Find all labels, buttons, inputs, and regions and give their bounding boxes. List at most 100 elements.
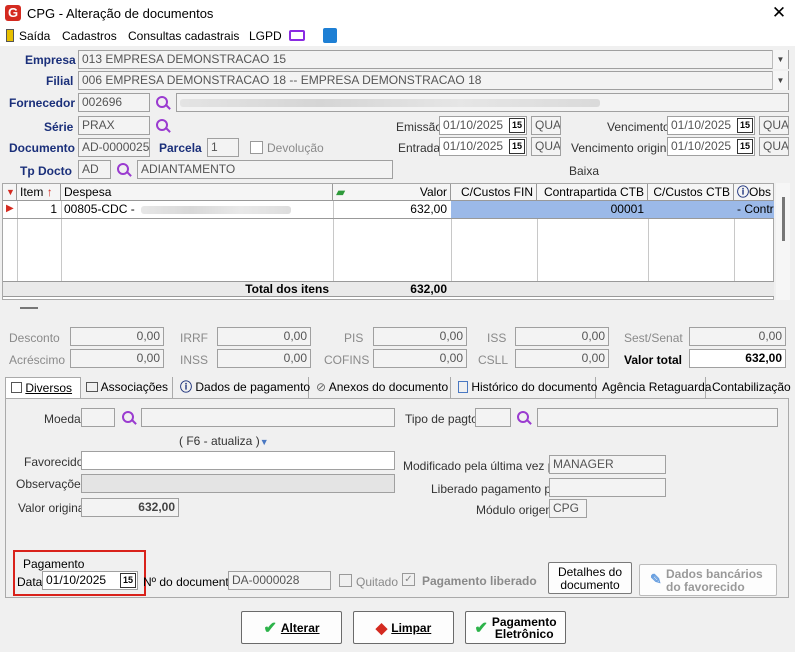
csll-field[interactable]: 0,00 xyxy=(515,349,609,368)
devolucao-checkbox[interactable] xyxy=(250,141,263,154)
cell-valor: 632,00 xyxy=(410,202,447,216)
observacoes-field[interactable] xyxy=(81,474,395,493)
filial-dropdown-icon[interactable]: ▼ xyxy=(772,71,788,90)
desconto-field[interactable]: 0,00 xyxy=(70,327,164,346)
fornecedor-code-field[interactable]: 002696 xyxy=(78,93,150,112)
moeda-code-field[interactable] xyxy=(81,408,115,427)
modulo-origem-label: Módulo origem xyxy=(476,503,556,517)
documento-label: Documento xyxy=(9,141,75,155)
inss-field[interactable]: 0,00 xyxy=(217,349,311,368)
tpdocto-label: Tp Docto xyxy=(20,164,72,178)
emissao-calendar-icon[interactable]: 15 xyxy=(509,118,525,133)
pagamento-liberado-checkbox[interactable]: ✓ xyxy=(402,573,415,586)
pis-field[interactable]: 0,00 xyxy=(373,327,467,346)
limpar-button[interactable]: ◆ Limpar xyxy=(353,611,454,644)
valor-total-field: 632,00 xyxy=(689,349,786,368)
iss-field[interactable]: 0,00 xyxy=(515,327,609,346)
fornecedor-search-icon[interactable] xyxy=(155,95,171,111)
entrada-label: Entrada xyxy=(398,141,441,155)
tipo-pagto-code-field[interactable] xyxy=(475,408,511,427)
tab-diversos[interactable]: Diversos xyxy=(5,377,81,398)
cell-obs: - Contra xyxy=(737,202,774,216)
pagamento-eletronico-button[interactable]: ✔ Pagamento Eletrônico xyxy=(465,611,566,644)
acrescimo-label: Acréscimo xyxy=(9,353,66,367)
serie-label: Série xyxy=(44,120,74,134)
tipo-pagto-desc-field xyxy=(537,408,778,427)
total-label: Total dos itens xyxy=(245,282,329,296)
moeda-search-icon[interactable] xyxy=(121,410,137,426)
row-pointer-icon: ▶ xyxy=(6,203,14,214)
tab-historico[interactable]: Histórico do documento xyxy=(452,377,597,398)
items-grid[interactable]: ▼ Item ↑ Despesa ▰ Valor C/Custos FIN Con… xyxy=(2,183,774,300)
favorecido-label: Favorecido xyxy=(24,455,84,469)
table-row[interactable]: ▶ 1 00805-CDC - 632,00 00001 - Contra xyxy=(3,201,774,219)
valor-original-field: 632,00 xyxy=(81,498,179,517)
menu-cadastros[interactable]: Cadastros xyxy=(62,28,117,44)
money-icon: ▰ xyxy=(336,185,346,199)
alterar-button[interactable]: ✔ Alterar xyxy=(241,611,342,644)
acrescimo-field[interactable]: 0,00 xyxy=(70,349,164,368)
tab-associacoes[interactable]: Associações xyxy=(82,377,173,398)
serie-field[interactable]: PRAX xyxy=(78,116,150,135)
dados-bancarios-button[interactable]: ✎ Dados bancários do favorecido xyxy=(639,564,777,596)
menu-saida[interactable]: Saída xyxy=(19,28,50,44)
col-contrapartida[interactable]: Contrapartida CTB xyxy=(537,184,648,201)
monitor-icon[interactable] xyxy=(289,30,305,41)
csll-label: CSLL xyxy=(478,353,509,367)
col-valor[interactable]: ▰ Valor xyxy=(333,184,451,201)
eraser-icon: ◆ xyxy=(375,619,388,637)
check-icon: ✔ xyxy=(263,619,277,637)
detalhes-documento-button[interactable]: Detalhes do documento xyxy=(548,562,632,594)
tab-agencia[interactable]: Agência Retaguarda xyxy=(597,377,711,398)
col-ccfin[interactable]: C/Custos FIN xyxy=(451,184,537,201)
sest-label: Sest/Senat xyxy=(624,331,683,345)
cofins-field[interactable]: 0,00 xyxy=(373,349,467,368)
fornecedor-name-field[interactable] xyxy=(176,93,789,112)
tpdocto-search-icon[interactable] xyxy=(116,162,132,178)
pis-label: PIS xyxy=(344,331,364,345)
menu-lgpd[interactable]: LGPD xyxy=(249,28,282,44)
entrada-calendar-icon[interactable]: 15 xyxy=(509,139,525,154)
cell-contrapartida: 00001 xyxy=(610,202,644,216)
tab-dados-pagamento[interactable]: ⓘ Dados de pagamento xyxy=(174,377,310,398)
grid-scrollbar[interactable] xyxy=(776,183,790,300)
fornecedor-label: Fornecedor xyxy=(9,96,76,110)
total-value: 632,00 xyxy=(410,282,447,296)
tpdocto-desc-field: ADIANTAMENTO xyxy=(137,160,393,179)
f6-hint: ( F6 - atualiza )▼ xyxy=(179,434,269,448)
col-despesa[interactable]: Despesa xyxy=(61,184,333,201)
tab-anexos[interactable]: ⊘ Anexos do documento xyxy=(310,377,451,398)
cofins-label: COFINS xyxy=(324,353,370,367)
valor-original-label: Valor original xyxy=(18,501,88,515)
empresa-field[interactable]: 013 EMPRESA DEMONSTRACAO 15 xyxy=(78,50,789,69)
devolucao-label: Devolução xyxy=(267,141,324,155)
quitado-checkbox[interactable] xyxy=(339,574,352,587)
serie-search-icon[interactable] xyxy=(155,118,171,134)
modificado-field: MANAGER xyxy=(549,455,666,474)
empresa-dropdown-icon[interactable]: ▼ xyxy=(772,50,788,69)
vencimento-calendar-icon[interactable]: 15 xyxy=(737,118,753,133)
inss-label: INSS xyxy=(180,353,209,367)
pagamento-calendar-icon[interactable]: 15 xyxy=(120,573,136,588)
grid-splitter[interactable] xyxy=(20,307,38,309)
history-icon xyxy=(458,381,468,393)
tipo-pagto-search-icon[interactable] xyxy=(516,410,532,426)
menu-consultas-cadastrais[interactable]: Consultas cadastrais xyxy=(128,28,239,44)
col-ccctb[interactable]: C/Custos CTB xyxy=(648,184,734,201)
favorecido-field[interactable] xyxy=(81,451,395,470)
check-icon: ✔ xyxy=(474,619,488,637)
tab-contabilizacao[interactable]: Contabilização xyxy=(707,377,791,398)
parcela-field[interactable]: 1 xyxy=(207,138,239,157)
close-button[interactable]: ✕ xyxy=(770,3,788,23)
moeda-desc-field xyxy=(141,408,395,427)
documento-field[interactable]: AD-0000025 xyxy=(78,138,150,157)
empresa-label: Empresa xyxy=(25,53,76,67)
venc-original-calendar-icon[interactable]: 15 xyxy=(737,139,753,154)
irrf-field[interactable]: 0,00 xyxy=(217,327,311,346)
col-obs[interactable]: ⓘObs xyxy=(734,184,774,201)
sest-field[interactable]: 0,00 xyxy=(689,327,786,346)
col-item[interactable]: Item ↑ xyxy=(17,184,61,201)
filial-field[interactable]: 006 EMPRESA DEMONSTRACAO 18 -- EMPRESA D… xyxy=(78,71,789,90)
app-g-icon[interactable] xyxy=(323,28,337,43)
tpdocto-code-field[interactable]: AD xyxy=(78,160,111,179)
